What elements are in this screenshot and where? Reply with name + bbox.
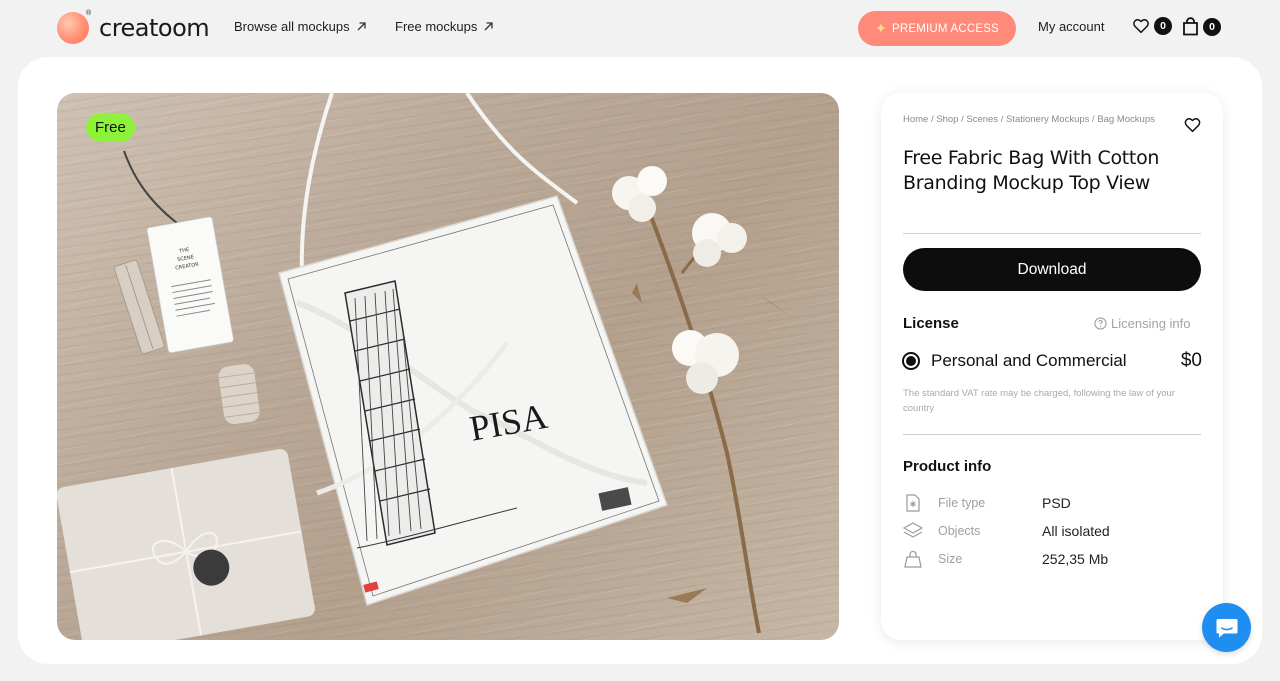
cart-button[interactable]: 0 (1182, 17, 1221, 36)
info-row-file-type: File type PSD (903, 492, 1201, 514)
vat-note: The standard VAT rate may be charged, fo… (903, 388, 1175, 414)
wishlist-count: 0 (1154, 17, 1172, 35)
logo-text: creatoom (99, 14, 210, 42)
breadcrumb[interactable]: Home / Shop / Scenes / Stationery Mockup… (903, 113, 1163, 126)
arrow-up-right-icon (357, 22, 366, 31)
chat-button[interactable] (1202, 603, 1251, 652)
info-value: 252,35 Mb (1042, 551, 1109, 567)
layers-icon (903, 521, 923, 541)
license-heading: License (903, 315, 959, 332)
file-icon (903, 493, 923, 513)
mockup-scene: PISA THE SCENE CREATOR (57, 93, 792, 640)
license-option-personal-commercial[interactable]: Personal and Commercial $0 (902, 349, 1202, 373)
free-badge: Free (86, 113, 135, 142)
license-radio[interactable] (902, 352, 920, 370)
add-to-favorites-button[interactable] (1183, 116, 1202, 139)
product-image: PISA THE SCENE CREATOR (57, 93, 839, 640)
info-label: Objects (938, 524, 981, 538)
nav-label: Browse all mockups (234, 19, 350, 34)
gift-box (57, 448, 315, 640)
info-label: File type (938, 496, 986, 510)
wishlist-button[interactable]: 0 (1132, 17, 1172, 35)
divider (903, 434, 1201, 435)
price: $0 (1180, 350, 1202, 371)
nav-label: Free mockups (395, 19, 478, 34)
heart-icon (1133, 19, 1149, 34)
registered-mark: ® (86, 10, 92, 17)
premium-label: PREMIUM ACCESS (891, 22, 999, 35)
divider (903, 233, 1201, 234)
tote-bag (278, 195, 668, 606)
license-option-label: Personal and Commercial (931, 351, 1127, 370)
logo-mark-icon: ® (57, 10, 92, 44)
licensing-info-label: Licensing info (1111, 316, 1191, 331)
info-row-objects: Objects All isolated (903, 520, 1201, 542)
logo[interactable]: ® creatoom (57, 10, 210, 44)
nav-browse-all-mockups[interactable]: Browse all mockups (234, 19, 367, 34)
chat-icon (1216, 618, 1237, 637)
premium-access-button[interactable]: ✦ PREMIUM ACCESS (858, 11, 1016, 46)
heart-icon (1184, 118, 1201, 133)
nav-free-mockups[interactable]: Free mockups (395, 19, 494, 34)
site-header: ® creatoom Browse all mockups Free mocku… (0, 0, 1280, 56)
my-account-link[interactable]: My account (1038, 19, 1104, 34)
download-button[interactable]: Download (903, 248, 1201, 291)
help-circle-icon (1094, 317, 1107, 330)
info-value: All isolated (1042, 523, 1110, 539)
info-label: Size (938, 552, 963, 566)
product-info-heading: Product info (903, 458, 992, 475)
arrow-up-right-icon (484, 22, 494, 31)
bag-icon (903, 549, 923, 569)
licensing-info-link[interactable]: Licensing info (1094, 316, 1191, 331)
cotton-branch (612, 166, 792, 634)
info-row-size: Size 252,35 Mb (903, 548, 1201, 570)
shopping-bag-icon (1183, 17, 1198, 36)
sparkle-icon: ✦ (875, 20, 887, 36)
cart-count: 0 (1203, 17, 1221, 36)
product-title: Free Fabric Bag With Cotton Branding Moc… (903, 147, 1160, 194)
info-value: PSD (1042, 495, 1071, 511)
